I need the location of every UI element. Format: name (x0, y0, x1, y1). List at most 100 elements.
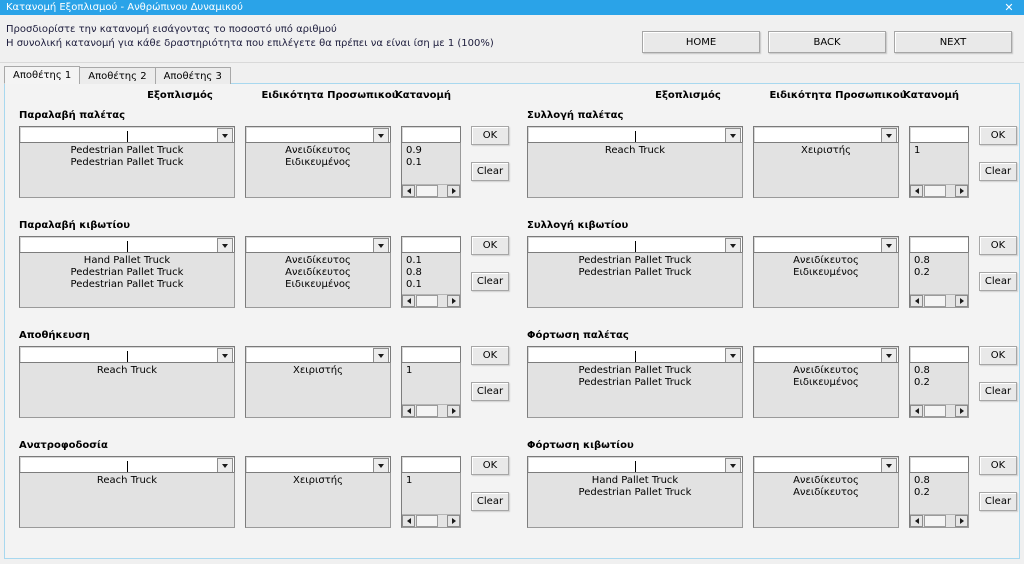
list-item: Pedestrian Pallet Truck (578, 365, 692, 376)
equipment-listbox[interactable]: Pedestrian Pallet Truck Pedestrian Pallet… (527, 362, 743, 418)
horizontal-scrollbar[interactable] (402, 404, 460, 417)
activity-lists: Pedestrian Pallet Truck Pedestrian Pallet… (527, 252, 1007, 308)
horizontal-scrollbar[interactable] (402, 184, 460, 197)
scroll-right-icon[interactable] (955, 515, 968, 527)
scrollbar-track[interactable] (923, 405, 955, 417)
scrollbar-thumb[interactable] (416, 515, 438, 527)
allocation-listbox[interactable]: 0.8 0.2 (909, 472, 969, 528)
home-button[interactable]: HOME (642, 31, 760, 53)
scrollbar-thumb[interactable] (416, 295, 438, 307)
equipment-listbox[interactable]: Pedestrian Pallet Truck Pedestrian Pallet… (19, 142, 235, 198)
equipment-list-items: Reach Truck (20, 363, 234, 377)
skill-listbox[interactable]: Χειριστής (245, 362, 391, 418)
skill-list-items: Ανειδίκευτος Ανειδίκευτος (754, 473, 898, 499)
equipment-listbox[interactable]: Reach Truck (527, 142, 743, 198)
equipment-listbox[interactable]: Hand Pallet Truck Pedestrian Pallet Truck (527, 472, 743, 528)
activity-lists: Reach Truck Χειριστής 1 (19, 472, 499, 528)
scrollbar-track[interactable] (415, 185, 447, 197)
scrollbar-track[interactable] (415, 405, 447, 417)
scrollbar-track[interactable] (415, 515, 447, 527)
scroll-right-icon[interactable] (955, 405, 968, 417)
list-item: Ειδικευμένος (793, 267, 859, 278)
list-item: Ανειδίκευτος (793, 487, 859, 498)
close-icon[interactable]: ✕ (994, 0, 1024, 15)
list-item: Χειριστής (293, 365, 343, 376)
skill-listbox[interactable]: Ανειδίκευτος Ειδικευμένος (753, 362, 899, 418)
back-button[interactable]: BACK (768, 31, 886, 53)
scroll-left-icon[interactable] (402, 515, 415, 527)
list-item: 0.8 (914, 255, 930, 266)
scroll-right-icon[interactable] (447, 515, 460, 527)
skill-listbox[interactable]: Ανειδίκευτος Ειδικευμένος (245, 142, 391, 198)
allocation-listbox[interactable]: 0.8 0.2 (909, 362, 969, 418)
horizontal-scrollbar[interactable] (402, 514, 460, 527)
activity-group: Αποθήκευση OK Clear Reach Truck Χειριστή… (13, 330, 509, 434)
equipment-listbox[interactable]: Reach Truck (19, 472, 235, 528)
skill-list-items: Ανειδίκευτος Ειδικευμένος (754, 363, 898, 389)
allocation-listbox[interactable]: 0.8 0.2 (909, 252, 969, 308)
equipment-listbox[interactable]: Pedestrian Pallet Truck Pedestrian Pallet… (527, 252, 743, 308)
allocation-listbox[interactable]: 1 (401, 362, 461, 418)
list-item: Pedestrian Pallet Truck (578, 487, 692, 498)
scroll-right-icon[interactable] (955, 295, 968, 307)
scrollbar-track[interactable] (923, 295, 955, 307)
horizontal-scrollbar[interactable] (910, 184, 968, 197)
list-item: Reach Truck (96, 365, 158, 376)
scroll-right-icon[interactable] (447, 185, 460, 197)
skill-listbox[interactable]: Χειριστής (753, 142, 899, 198)
tab-apothetis-2[interactable]: Αποθέτης 2 (79, 67, 156, 84)
scroll-left-icon[interactable] (402, 405, 415, 417)
scrollbar-thumb[interactable] (924, 405, 946, 417)
allocation-listbox[interactable]: 0.9 0.1 (401, 142, 461, 198)
equipment-listbox[interactable]: Reach Truck (19, 362, 235, 418)
allocation-listbox[interactable]: 1 (401, 472, 461, 528)
equipment-listbox[interactable]: Hand Pallet Truck Pedestrian Pallet Truck… (19, 252, 235, 308)
scroll-right-icon[interactable] (447, 295, 460, 307)
allocation-list-items: 0.1 0.8 0.1 (402, 253, 460, 291)
horizontal-scrollbar[interactable] (910, 404, 968, 417)
scroll-left-icon[interactable] (402, 295, 415, 307)
scroll-right-icon[interactable] (447, 405, 460, 417)
tab-apothetis-3[interactable]: Αποθέτης 3 (154, 67, 231, 84)
skill-listbox[interactable]: Ανειδίκευτος Ανειδίκευτος Ειδικευμένος (245, 252, 391, 308)
list-item: Pedestrian Pallet Truck (578, 267, 692, 278)
scrollbar-track[interactable] (923, 515, 955, 527)
scroll-left-icon[interactable] (402, 185, 415, 197)
list-item: 0.1 (406, 279, 422, 290)
allocation-list-items: 0.8 0.2 (910, 363, 968, 389)
activity-title: Φόρτωση παλέτας (527, 330, 629, 341)
scroll-right-icon[interactable] (955, 185, 968, 197)
activity-group: Φόρτωση κιβωτίου OK Clear Hand Pallet Tr… (521, 440, 1017, 544)
list-item: Pedestrian Pallet Truck (578, 377, 692, 388)
horizontal-scrollbar[interactable] (910, 294, 968, 307)
list-item: 0.8 (406, 267, 422, 278)
allocation-list-items: 0.8 0.2 (910, 253, 968, 279)
right-column-headers: Εξοπλισμός Ειδικότητα Προσωπικού Κατανομ… (513, 90, 1021, 106)
scroll-left-icon[interactable] (910, 405, 923, 417)
skill-listbox[interactable]: Χειριστής (245, 472, 391, 528)
left-column-headers: Εξοπλισμός Ειδικότητα Προσωπικού Κατανομ… (5, 90, 513, 106)
list-item: Ανειδίκευτος (793, 365, 859, 376)
scrollbar-track[interactable] (923, 185, 955, 197)
scrollbar-track[interactable] (415, 295, 447, 307)
left-column-panel: Εξοπλισμός Ειδικότητα Προσωπικού Κατανομ… (5, 84, 513, 558)
allocation-list-items: 0.9 0.1 (402, 143, 460, 169)
scrollbar-thumb[interactable] (416, 185, 438, 197)
skill-listbox[interactable]: Ανειδίκευτος Ανειδίκευτος (753, 472, 899, 528)
next-button[interactable]: NEXT (894, 31, 1012, 53)
horizontal-scrollbar[interactable] (910, 514, 968, 527)
allocation-listbox[interactable]: 1 (909, 142, 969, 198)
scroll-left-icon[interactable] (910, 515, 923, 527)
skill-listbox[interactable]: Ανειδίκευτος Ειδικευμένος (753, 252, 899, 308)
tab-apothetis-1[interactable]: Αποθέτης 1 (4, 66, 81, 84)
list-item: Ανειδίκευτος (793, 255, 859, 266)
horizontal-scrollbar[interactable] (402, 294, 460, 307)
navigation-buttons: HOME BACK NEXT (642, 31, 1012, 53)
scrollbar-thumb[interactable] (924, 515, 946, 527)
scroll-left-icon[interactable] (910, 295, 923, 307)
scrollbar-thumb[interactable] (416, 405, 438, 417)
scrollbar-thumb[interactable] (924, 295, 946, 307)
scrollbar-thumb[interactable] (924, 185, 946, 197)
scroll-left-icon[interactable] (910, 185, 923, 197)
allocation-listbox[interactable]: 0.1 0.8 0.1 (401, 252, 461, 308)
